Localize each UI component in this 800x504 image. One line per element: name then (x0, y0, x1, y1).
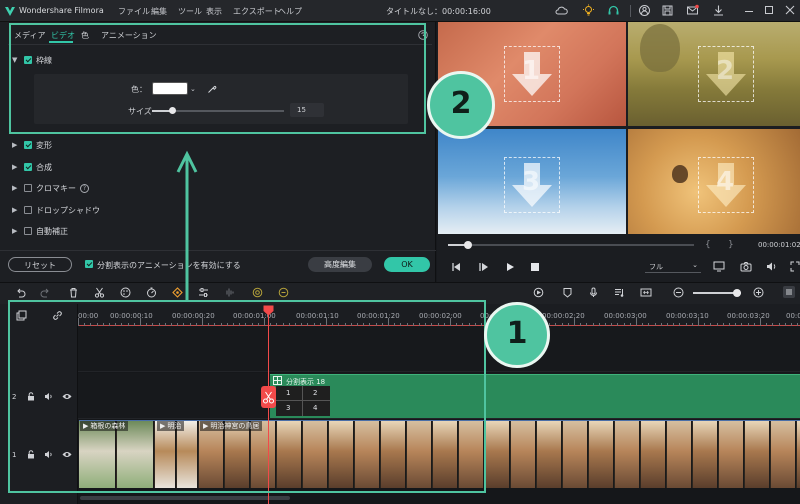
film-frame (615, 421, 640, 488)
film-frame (537, 421, 562, 488)
drop-shadow-checkbox[interactable] (24, 206, 32, 214)
film-frame (485, 421, 510, 488)
section-transform-label: 変形 (36, 140, 52, 150)
chevron-right-icon: ▶ (12, 227, 18, 235)
film-frame (719, 421, 744, 488)
chevron-right-icon: ▶ (12, 163, 18, 171)
chevron-right-icon: ▶ (12, 184, 18, 192)
section-chroma-key[interactable]: ▶ クロマキー ? (12, 182, 89, 194)
reset-button[interactable]: リセット (8, 257, 72, 272)
highlight-box-properties (9, 23, 426, 134)
section-auto-enhance[interactable]: ▶ 自動補正 (12, 225, 68, 237)
section-auto-enhance-label: 自動補正 (36, 226, 68, 236)
film-frame (641, 421, 666, 488)
transform-checkbox[interactable] (24, 141, 32, 149)
redo-icon[interactable] (40, 287, 51, 298)
annotation-circle-1: 1 (484, 302, 550, 368)
chroma-key-checkbox[interactable] (24, 184, 32, 192)
section-transform[interactable]: ▶ 変形 (12, 139, 52, 151)
undo-icon[interactable] (15, 287, 26, 298)
annotation-circle-2-label: 2 (450, 86, 472, 121)
app-logo-icon (4, 5, 16, 17)
delete-icon[interactable] (68, 287, 79, 298)
annotation-circle-2: 2 (427, 71, 495, 139)
film-frame (589, 421, 614, 488)
section-chroma-key-label: クロマキー (36, 183, 76, 193)
chevron-right-icon: ▶ (12, 206, 18, 214)
film-frame (511, 421, 536, 488)
film-frame (667, 421, 692, 488)
arrow-up-annotation (175, 150, 199, 302)
composite-checkbox[interactable] (24, 163, 32, 171)
film-frame (745, 421, 770, 488)
annotation-circle-1-label: 1 (506, 316, 528, 351)
highlight-box-timeline (8, 300, 486, 493)
film-frame (693, 421, 718, 488)
film-frame (771, 421, 796, 488)
section-composite[interactable]: ▶ 合成 (12, 161, 52, 173)
film-frame (563, 421, 588, 488)
chevron-right-icon: ▶ (12, 141, 18, 149)
auto-enhance-checkbox[interactable] (24, 227, 32, 235)
timeline-scrollbar[interactable] (80, 496, 290, 500)
section-composite-label: 合成 (36, 162, 52, 172)
